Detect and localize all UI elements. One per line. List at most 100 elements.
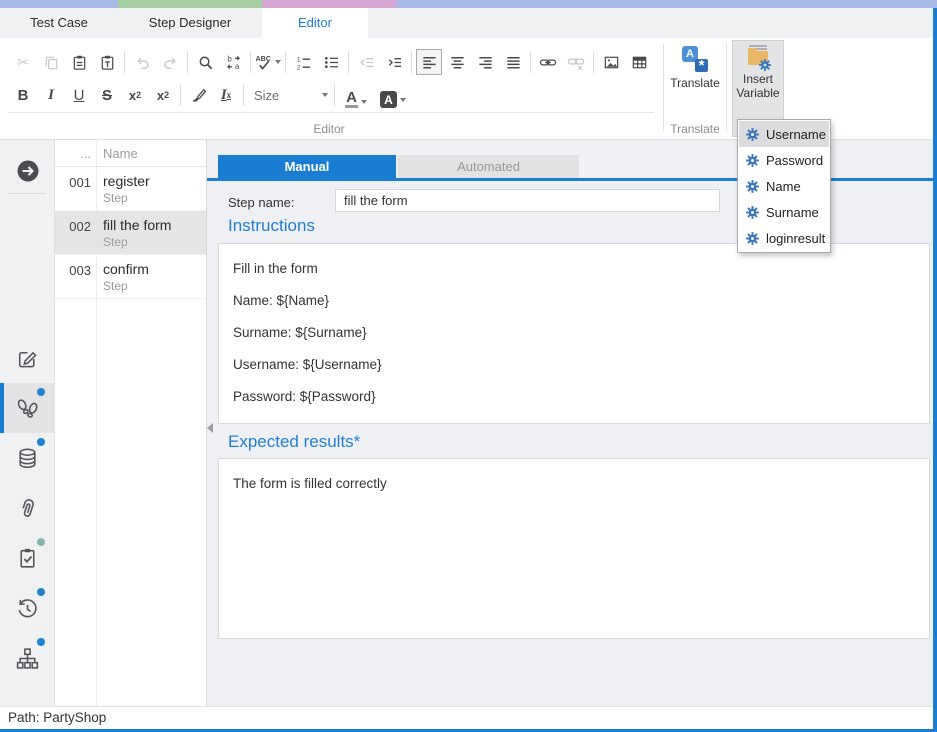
gear-icon	[745, 153, 760, 168]
variable-item-label: Username	[766, 127, 826, 142]
mode-tabs: Manual Automated	[218, 155, 579, 178]
remove-format-button[interactable]: Ix	[213, 82, 239, 108]
variable-item-surname[interactable]: Surname	[739, 199, 829, 225]
text-color-button[interactable]: A	[339, 82, 373, 108]
sidebar-item-history[interactable]	[0, 583, 55, 633]
copy-icon[interactable]	[38, 49, 64, 75]
step-row-003[interactable]: 003 confirm Step	[55, 255, 206, 299]
sidebar-item-go[interactable]	[0, 146, 55, 196]
insert-link-icon[interactable]	[535, 49, 561, 75]
tab-test-case[interactable]: Test Case	[0, 8, 118, 38]
translate-button[interactable]: A * Translate	[667, 46, 723, 90]
step-name-input[interactable]	[335, 189, 720, 212]
align-center-icon[interactable]	[444, 49, 470, 75]
insert-image-icon[interactable]	[598, 49, 624, 75]
step-name-label: Step name:	[228, 195, 295, 210]
tab-manual[interactable]: Manual	[218, 155, 396, 178]
translate-button-label: Translate	[667, 76, 723, 90]
strikethrough-button[interactable]: S	[94, 82, 120, 108]
bold-button[interactable]: B	[10, 82, 36, 108]
checklist-badge	[37, 538, 45, 546]
numbered-list-icon[interactable]: 1 2	[290, 49, 316, 75]
sitemap-icon	[15, 646, 40, 671]
toolbar-separator	[411, 51, 412, 73]
gear-icon	[745, 179, 760, 194]
superscript-button[interactable]: x2	[150, 82, 176, 108]
tab-editor[interactable]: Editor	[262, 8, 368, 38]
format-painter-icon[interactable]	[185, 82, 211, 108]
sidebar-item-checklist[interactable]	[0, 533, 55, 583]
decrease-indent-icon[interactable]	[353, 49, 379, 75]
insert-table-icon[interactable]	[626, 49, 652, 75]
instructions-editor[interactable]: Fill in the form Name: ${Name} Surname: …	[218, 243, 930, 424]
variable-item-username[interactable]: Username	[739, 121, 829, 147]
ribbon-group-translate: A * Translate Translate	[664, 38, 726, 139]
align-right-icon[interactable]	[472, 49, 498, 75]
spell-check-icon[interactable]: ABC	[255, 49, 281, 75]
step-name: register	[103, 173, 150, 189]
gear-icon	[758, 58, 772, 72]
toolbar-separator	[243, 84, 244, 106]
sidebar-item-hierarchy[interactable]	[0, 633, 55, 683]
insert-variable-dropdown: Username Password Name Surname loginresu…	[737, 119, 831, 253]
variable-item-name[interactable]: Name	[739, 173, 829, 199]
variable-item-loginresult[interactable]: loginresult	[739, 225, 829, 251]
increase-indent-icon[interactable]	[381, 49, 407, 75]
cut-icon[interactable]: ✂	[10, 49, 36, 75]
paste-icon[interactable]	[66, 49, 92, 75]
expected-result-line: The form is filled correctly	[233, 474, 915, 493]
variable-item-label: loginresult	[766, 231, 825, 246]
steps-more-column-header[interactable]: ...	[55, 146, 91, 161]
step-row-002[interactable]: 002 fill the form Step	[55, 211, 206, 255]
subscript-base: x	[129, 88, 136, 103]
gear-icon	[745, 127, 760, 142]
superscript-base: x	[157, 88, 164, 103]
justify-icon[interactable]	[500, 49, 526, 75]
stripe-rest	[397, 0, 937, 8]
sidebar-item-steps[interactable]	[0, 383, 55, 433]
ribbon-group-editor: ✂ b a	[0, 38, 658, 139]
toolbar-row-2: B I U S x2 x2 Ix Size A A	[10, 82, 413, 108]
italic-button[interactable]: I	[38, 82, 64, 108]
background-color-button[interactable]: A	[375, 82, 411, 108]
subscript-button[interactable]: x2	[122, 82, 148, 108]
variable-item-label: Password	[766, 153, 823, 168]
ribbon-group-separator	[726, 44, 727, 131]
status-path: Path: PartyShop	[8, 710, 106, 725]
undo-icon[interactable]	[129, 49, 155, 75]
data-badge	[37, 438, 45, 446]
font-size-dropdown[interactable]: Size	[248, 83, 332, 107]
spell-check-caret	[275, 60, 281, 64]
tab-step-designer[interactable]: Step Designer	[118, 8, 262, 38]
steps-name-column-header[interactable]: Name	[103, 146, 138, 161]
text-color-letter: A	[345, 91, 358, 108]
redo-icon[interactable]	[157, 49, 183, 75]
step-row-001[interactable]: 001 register Step	[55, 167, 206, 211]
translate-icon: A *	[682, 46, 708, 72]
svg-text:2: 2	[296, 64, 300, 70]
sidebar-item-attachments[interactable]	[0, 483, 55, 533]
instruction-line: Password: ${Password}	[233, 387, 915, 406]
sidebar-item-data[interactable]	[0, 433, 55, 483]
toolbar-separator	[180, 84, 181, 106]
bulleted-list-icon[interactable]	[318, 49, 344, 75]
clipboard-check-icon	[15, 546, 40, 571]
collapse-panel-icon[interactable]	[207, 423, 213, 433]
align-left-icon[interactable]	[416, 49, 442, 75]
tab-automated[interactable]: Automated	[398, 155, 579, 178]
font-size-label: Size	[254, 88, 279, 103]
toolbar-separator	[250, 51, 251, 73]
sidebar-divider	[8, 193, 46, 194]
search-icon[interactable]	[192, 49, 218, 75]
variable-item-password[interactable]: Password	[739, 147, 829, 173]
paste-text-icon[interactable]	[94, 49, 120, 75]
sidebar-item-edit[interactable]	[0, 333, 55, 383]
history-badge	[37, 588, 45, 596]
history-icon	[15, 596, 40, 621]
background-color-letter: A	[380, 91, 397, 108]
variable-item-label: Surname	[766, 205, 819, 220]
expected-results-editor[interactable]: The form is filled correctly	[218, 458, 930, 639]
underline-button[interactable]: U	[66, 82, 92, 108]
replace-icon[interactable]: b a	[220, 49, 246, 75]
remove-link-icon[interactable]	[563, 49, 589, 75]
